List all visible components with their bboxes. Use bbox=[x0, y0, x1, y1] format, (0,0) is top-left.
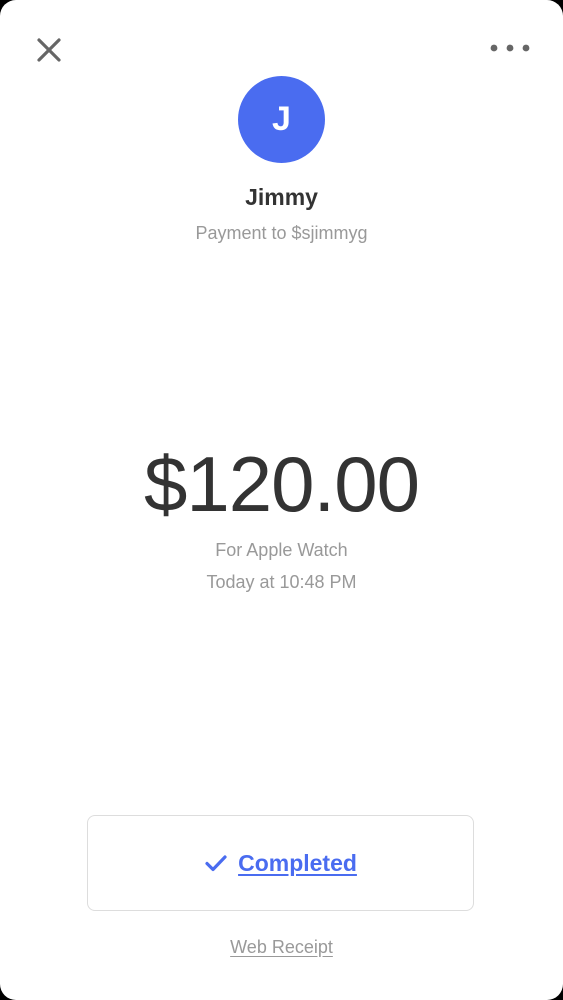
status-label: Completed bbox=[238, 849, 357, 876]
payment-amount: $120.00 bbox=[144, 440, 420, 528]
close-button[interactable] bbox=[30, 31, 68, 69]
status-completed-button[interactable]: Completed bbox=[87, 815, 474, 911]
close-icon bbox=[37, 38, 61, 62]
web-receipt-link[interactable]: Web Receipt bbox=[0, 937, 563, 958]
checkmark-icon bbox=[205, 855, 227, 872]
payment-note: For Apple Watch bbox=[215, 540, 348, 560]
payment-detail-screen: J Jimmy Payment to $sjimmyg $120.00 For … bbox=[0, 0, 563, 1000]
more-horizontal-icon bbox=[490, 44, 530, 52]
recipient-name: Jimmy bbox=[245, 184, 318, 210]
payment-timestamp: Today at 10:48 PM bbox=[206, 572, 357, 592]
avatar-initial: J bbox=[272, 100, 291, 138]
avatar: J bbox=[238, 76, 325, 163]
payment-subtitle: Payment to $sjimmyg bbox=[195, 223, 368, 243]
more-options-button[interactable] bbox=[487, 36, 533, 60]
